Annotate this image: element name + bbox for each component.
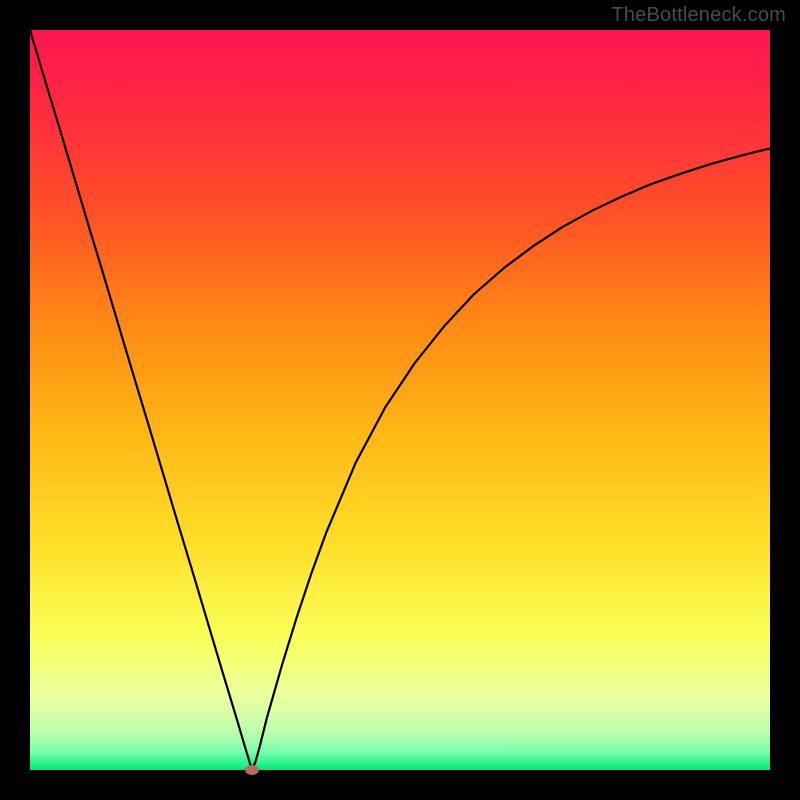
- watermark-text: TheBottleneck.com: [611, 4, 786, 27]
- bottleneck-curve: [30, 30, 770, 770]
- stage: TheBottleneck.com: [0, 0, 800, 800]
- curve-layer: [30, 30, 770, 770]
- balance-point-marker: [245, 765, 259, 775]
- plot-area: [30, 30, 770, 770]
